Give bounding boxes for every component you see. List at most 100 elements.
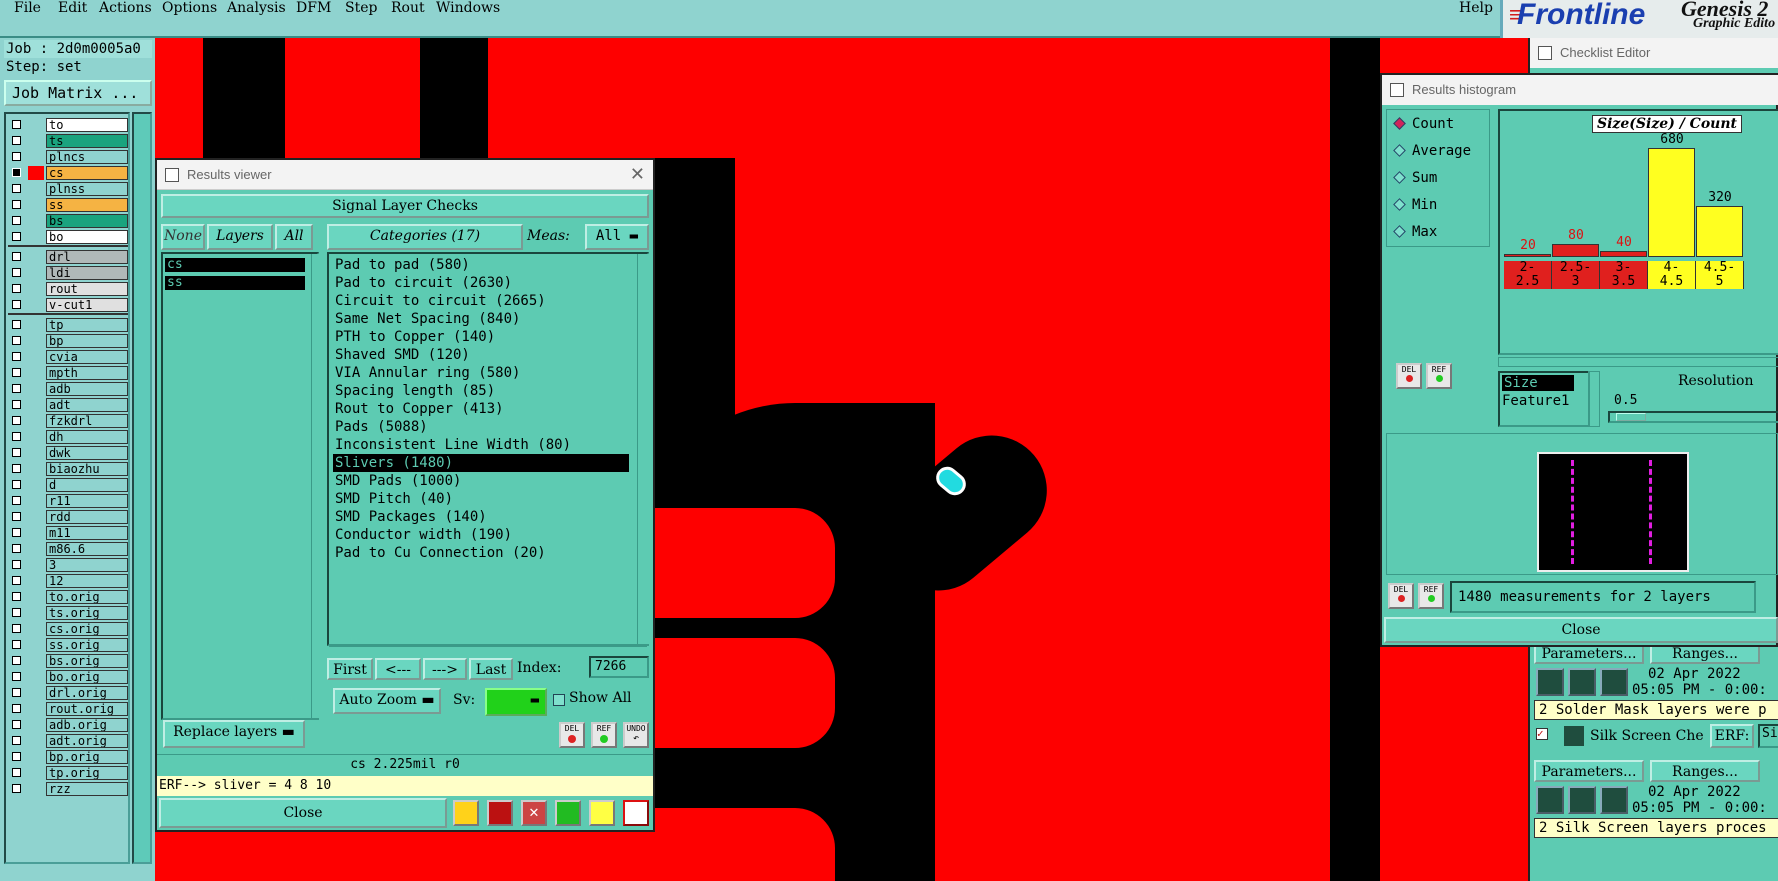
layer-checkbox[interactable]	[12, 752, 21, 761]
layer-checkbox[interactable]	[12, 352, 21, 361]
layer-row[interactable]: drl	[10, 250, 128, 264]
layer-checkbox[interactable]	[12, 232, 21, 241]
categories-hscrollbar[interactable]	[329, 646, 647, 656]
layer-row[interactable]: dwk	[10, 446, 128, 460]
categories-scrollbar[interactable]	[637, 254, 649, 644]
category-item[interactable]: Pad to pad (580)	[333, 256, 629, 274]
layer-row[interactable]: bp.orig	[10, 750, 128, 764]
layer-row[interactable]: m86.6	[10, 542, 128, 556]
category-item[interactable]: Conductor width (190)	[333, 526, 629, 544]
menu-file[interactable]: File	[14, 0, 41, 18]
layer-checkbox[interactable]	[12, 184, 21, 193]
category-item[interactable]: Pad to circuit (2630)	[333, 274, 629, 292]
layer-row[interactable]: mpth	[10, 366, 128, 380]
layer-checkbox[interactable]	[12, 528, 21, 537]
run-icon[interactable]	[1568, 668, 1596, 696]
layer-row[interactable]: ts.orig	[10, 606, 128, 620]
layer-checkbox[interactable]	[12, 688, 21, 697]
layer-checkbox[interactable]	[12, 268, 21, 277]
report-icon[interactable]	[487, 800, 513, 826]
layer-checkbox[interactable]	[12, 544, 21, 553]
layer-row[interactable]: drl.orig	[10, 686, 128, 700]
layer-row[interactable]: tp.orig	[10, 766, 128, 780]
slider-thumb[interactable]	[1616, 413, 1646, 421]
layer-row[interactable]: adt.orig	[10, 734, 128, 748]
list-icon[interactable]	[589, 800, 615, 826]
layer-row[interactable]: v-cut1	[10, 298, 128, 312]
layer-row[interactable]: bs.orig	[10, 654, 128, 668]
layer-checkbox[interactable]	[12, 704, 21, 713]
clear-icon[interactable]: ✕	[521, 800, 547, 826]
layer-checkbox[interactable]	[12, 168, 21, 177]
layer-checkbox[interactable]	[12, 512, 21, 521]
menu-rout[interactable]: Rout	[391, 0, 425, 18]
layer-checkbox[interactable]	[12, 200, 21, 209]
layer-checkbox[interactable]	[12, 656, 21, 665]
ref-button[interactable]: REF	[591, 722, 617, 748]
layer-row[interactable]: adb.orig	[10, 718, 128, 732]
del-button[interactable]: DEL	[1396, 363, 1422, 389]
menu-analysis[interactable]: Analysis	[227, 0, 286, 18]
category-item[interactable]: SMD Pitch (40)	[333, 490, 629, 508]
layer-checkbox[interactable]	[12, 300, 21, 309]
layer-row[interactable]: bs	[10, 214, 128, 228]
layer-row[interactable]: bp	[10, 334, 128, 348]
layer-checkbox[interactable]	[12, 120, 21, 129]
run-icon[interactable]	[1536, 786, 1564, 814]
histogram-bar[interactable]	[1648, 148, 1695, 257]
category-item[interactable]: SMD Pads (1000)	[333, 472, 629, 490]
layer-checkbox[interactable]	[12, 784, 21, 793]
layer-list-scrollbar[interactable]	[132, 112, 152, 864]
layer-row[interactable]: rdd	[10, 510, 128, 524]
layer-checkbox[interactable]	[12, 592, 21, 601]
run-icon[interactable]	[1600, 668, 1628, 696]
layer-checkbox[interactable]	[12, 252, 21, 261]
parameter-listbox[interactable]: Size Feature1	[1498, 371, 1590, 427]
layers-scrollbar[interactable]	[311, 254, 321, 718]
layer-row[interactable]: 12	[10, 574, 128, 588]
layer-checkbox[interactable]	[12, 336, 21, 345]
layer-checkbox[interactable]	[12, 368, 21, 377]
layers-listbox[interactable]: cs ss	[161, 252, 319, 720]
prev-button[interactable]: <---	[375, 658, 421, 680]
layer-checkbox[interactable]	[12, 496, 21, 505]
layer-row[interactable]: m11	[10, 526, 128, 540]
layer-checkbox[interactable]	[12, 416, 21, 425]
undo-button[interactable]: UNDO ↶	[623, 722, 649, 748]
categories-listbox[interactable]: Pad to pad (580) Pad to circuit (2630) Cir…	[327, 252, 649, 646]
first-button[interactable]: First	[327, 658, 373, 680]
run-icon[interactable]	[1568, 786, 1596, 814]
ranges-button[interactable]: Ranges...	[1650, 760, 1760, 782]
categories-button[interactable]: Categories (17)	[327, 224, 523, 250]
filter-icon[interactable]	[555, 800, 581, 826]
show-all-checkbox[interactable]	[553, 694, 565, 706]
replace-layers-dropdown[interactable]: Replace layers ▬	[163, 720, 305, 748]
layer-row[interactable]: plncs	[10, 150, 128, 164]
layer-row[interactable]: rzz	[10, 782, 128, 796]
radio-min[interactable]: Min	[1393, 195, 1437, 215]
histogram-bar[interactable]	[1696, 206, 1743, 257]
layer-row[interactable]: adb	[10, 382, 128, 396]
category-item[interactable]: Shaved SMD (120)	[333, 346, 629, 364]
check-checkbox[interactable]: ✓	[1536, 728, 1548, 740]
radio-count[interactable]: Count	[1393, 114, 1454, 134]
histogram-bar[interactable]	[1504, 254, 1551, 257]
close-button[interactable]: Close	[1384, 617, 1778, 643]
layer-checkbox[interactable]	[12, 320, 21, 329]
menu-windows[interactable]: Windows	[436, 0, 500, 18]
layer-checkbox[interactable]	[12, 216, 21, 225]
resolution-slider[interactable]	[1608, 411, 1778, 423]
results-histogram-titlebar[interactable]: Results histogram	[1382, 75, 1778, 105]
layer-checkbox[interactable]	[12, 480, 21, 489]
menu-help[interactable]: Help	[1459, 0, 1493, 18]
layer-row[interactable]: to.orig	[10, 590, 128, 604]
layer-checkbox[interactable]	[12, 720, 21, 729]
layer-row[interactable]: r11	[10, 494, 128, 508]
radio-average[interactable]: Average	[1393, 141, 1471, 161]
index-input[interactable]: 7266	[589, 656, 649, 678]
layer-checkbox[interactable]	[12, 608, 21, 617]
meas-dropdown[interactable]: All ▬	[585, 224, 649, 250]
histogram-hscrollbar[interactable]	[1498, 357, 1778, 367]
layers-button[interactable]: Layers	[207, 224, 273, 250]
layer-checkbox[interactable]	[12, 464, 21, 473]
